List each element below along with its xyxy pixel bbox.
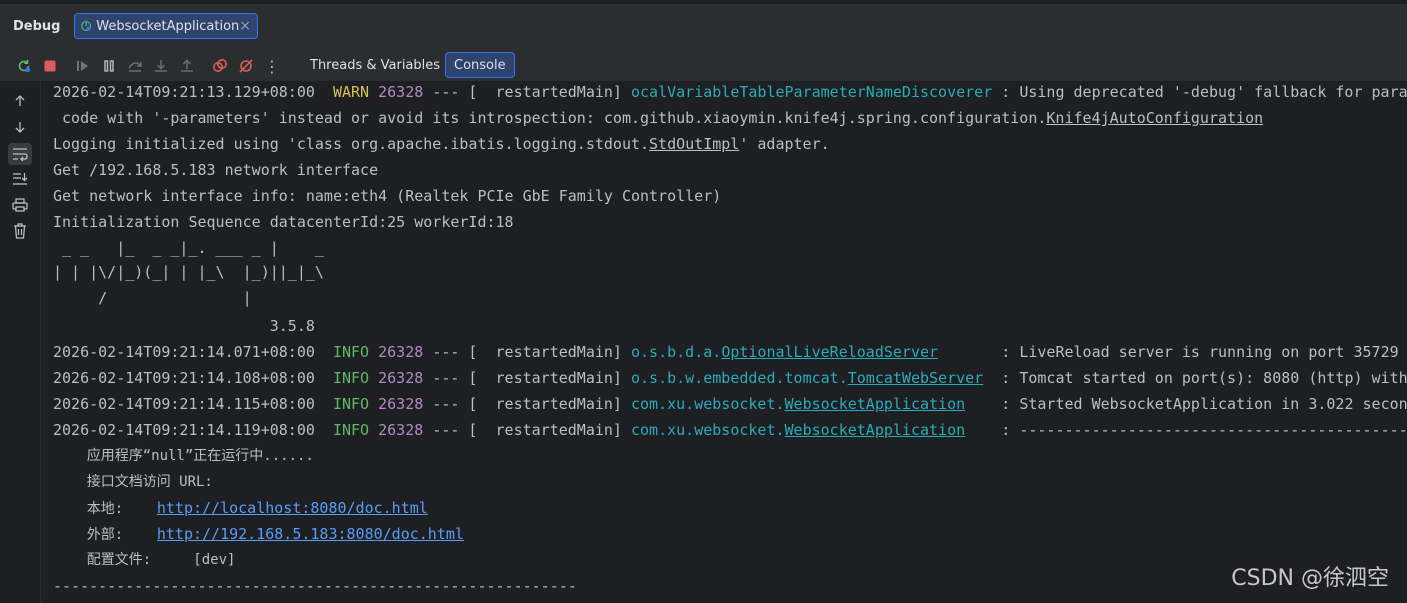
- log-line-info: 2026-02-14T09:21:14.108+08:00 INFO 26328…: [53, 369, 1407, 387]
- mute-breakpoints-icon[interactable]: [237, 57, 255, 75]
- local-doc-link[interactable]: http://localhost:8080/doc.html: [157, 499, 428, 517]
- pause-icon[interactable]: [100, 57, 118, 75]
- log-line: Get network interface info: name:eth4 (R…: [53, 187, 722, 205]
- console-output[interactable]: 2026-02-14T09:21:13.129+08:00 WARN 26328…: [41, 81, 1407, 603]
- log-line-info: 2026-02-14T09:21:14.115+08:00 INFO 26328…: [53, 395, 1407, 413]
- tab-threads-variables[interactable]: Threads & Variables: [302, 52, 448, 78]
- external-doc-link[interactable]: http://192.168.5.183:8080/doc.html: [157, 525, 464, 543]
- log-line: Logging initialized using 'class org.apa…: [53, 135, 830, 153]
- debug-header: Debug WebsocketApplication ×: [0, 0, 1407, 52]
- step-out-icon[interactable]: [178, 57, 196, 75]
- session-tab-label: WebsocketApplication: [96, 18, 240, 34]
- knife4j-url-heading: 接口文档访问 URL:: [53, 474, 213, 490]
- class-link[interactable]: StdOutImpl: [649, 135, 739, 153]
- log-level: INFO: [332, 395, 370, 413]
- log-level: INFO: [332, 343, 370, 361]
- debug-toolbar: ⋮ Threads & Variables Console: [0, 52, 1407, 81]
- knife4j-running-line: 应用程序“null”正在运行中......: [53, 448, 314, 464]
- log-line-warn: 2026-02-14T09:21:13.129+08:00 WARN 26328…: [53, 83, 1407, 101]
- debug-tool-window-title: Debug: [13, 19, 61, 34]
- console-gutter: [0, 81, 41, 603]
- knife4j-external-url-line: 外部: http://192.168.5.183:8080/doc.html: [53, 525, 464, 543]
- print-icon[interactable]: [11, 196, 29, 214]
- log-line: code with '-parameters' instead or avoid…: [53, 109, 1264, 127]
- log-pid: 26328: [378, 421, 424, 439]
- mybatis-plus-banner-line: / |: [53, 289, 252, 307]
- log-level: INFO: [332, 369, 370, 387]
- tab-console[interactable]: Console: [445, 52, 515, 78]
- log-logger: ocalVariableTableParameterNameDiscoverer: [631, 83, 993, 101]
- log-pid: 26328: [378, 369, 424, 387]
- clear-icon[interactable]: [11, 222, 29, 240]
- stop-icon[interactable]: [41, 57, 59, 75]
- mybatis-plus-version: 3.5.8: [53, 317, 315, 335]
- soft-wrap-icon[interactable]: [8, 143, 32, 165]
- log-level: INFO: [332, 421, 370, 439]
- mybatis-plus-banner-line: _ _ |_ _ _|_. ___ _ | _: [53, 239, 324, 257]
- log-line: Initialization Sequence datacenterId:25 …: [53, 213, 514, 231]
- view-breakpoints-icon[interactable]: [211, 57, 229, 75]
- session-tab-websocketapplication[interactable]: WebsocketApplication ×: [74, 13, 258, 39]
- more-icon[interactable]: ⋮: [263, 57, 281, 76]
- rerun-icon[interactable]: [15, 57, 33, 75]
- mybatis-plus-banner-line: | | |\/|_)(_| | |_\ |_)||_|_\: [53, 263, 324, 281]
- logger-link[interactable]: OptionalLiveReloadServer: [721, 343, 938, 361]
- logger-link[interactable]: WebsocketApplication: [785, 421, 966, 439]
- step-into-icon[interactable]: [152, 57, 170, 75]
- class-link[interactable]: Knife4jAutoConfiguration: [1046, 109, 1263, 127]
- log-line-info: 2026-02-14T09:21:14.119+08:00 INFO 26328…: [53, 421, 1407, 439]
- log-pid: 26328: [378, 395, 424, 413]
- log-line: Get /192.168.5.183 network interface: [53, 161, 379, 179]
- resume-icon[interactable]: [74, 57, 92, 75]
- log-line-info: 2026-02-14T09:21:14.071+08:00 INFO 26328…: [53, 343, 1399, 361]
- knife4j-local-url-line: 本地: http://localhost:8080/doc.html: [53, 499, 428, 517]
- log-pid: 26328: [378, 83, 424, 101]
- close-icon[interactable]: ×: [239, 19, 251, 33]
- up-arrow-icon[interactable]: [11, 92, 29, 110]
- csdn-watermark: CSDN @徐泗空: [1231, 566, 1389, 591]
- spring-boot-app-icon: [81, 21, 92, 31]
- scroll-to-end-icon[interactable]: [11, 170, 29, 188]
- down-arrow-icon[interactable]: [11, 118, 29, 136]
- separator-line: ----------------------------------------…: [53, 577, 577, 595]
- logger-link[interactable]: WebsocketApplication: [785, 395, 966, 413]
- logger-link[interactable]: TomcatWebServer: [848, 369, 983, 387]
- top-border: [0, 0, 1407, 4]
- knife4j-profile-line: 配置文件: [dev]: [53, 552, 236, 568]
- log-pid: 26328: [378, 343, 424, 361]
- step-over-icon[interactable]: [126, 57, 144, 75]
- log-level: WARN: [332, 83, 370, 101]
